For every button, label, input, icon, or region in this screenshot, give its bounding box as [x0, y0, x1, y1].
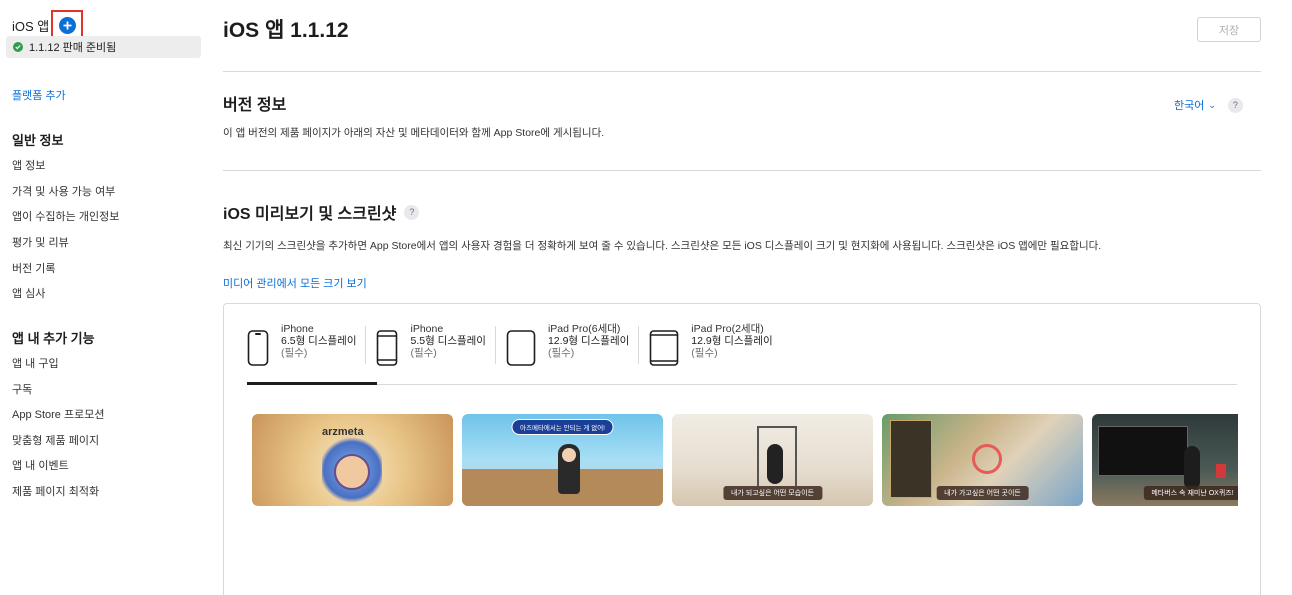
tab-iphone-55[interactable]: iPhone 5.5형 디스플레이 (필수) [376, 322, 496, 368]
sidebar-item-ratings[interactable]: 평가 및 리뷰 [12, 234, 69, 250]
tab-ipad-pro-2[interactable]: iPad Pro(2세대) 12.9형 디스플레이 (필수) [649, 322, 782, 368]
screenshot-panel: iPhone 6.5형 디스플레이 (필수) iPhone 5.5형 디스플레이… [223, 303, 1261, 595]
tab-display-size: 6.5형 디스플레이 [281, 335, 357, 347]
screenshot-brand: arzmeta [322, 426, 364, 438]
screenshot-thumbnail[interactable]: 메타버스 속 재미난 OX퀴즈! [1092, 414, 1238, 506]
preview-heading: iOS 미리보기 및 스크린샷 [223, 206, 397, 223]
sidebar-item-app-info[interactable]: 앱 정보 [12, 157, 45, 173]
sidebar-item-promotions[interactable]: App Store 프로모션 [12, 406, 104, 422]
preview-heading-row: iOS 미리보기 및 스크린샷 ? [223, 200, 420, 224]
ipad-classic-icon [649, 330, 679, 366]
help-icon[interactable]: ? [404, 204, 420, 220]
general-info-heading: 일반 정보 [12, 133, 64, 148]
screenshot-strip: arzmeta 아즈메타에서는 안되는 게 없어! 내가 되고싶은 어떤 모습이… [252, 414, 1238, 506]
sidebar-item-pricing[interactable]: 가격 및 사용 가능 여부 [12, 183, 115, 199]
tab-display-size: 5.5형 디스플레이 [410, 335, 486, 347]
ipad-icon [506, 330, 536, 366]
device-tabs: iPhone 6.5형 디스플레이 (필수) iPhone 5.5형 디스플레이… [247, 322, 793, 368]
ios-app-label: iOS 앱 [12, 19, 50, 34]
tab-required: (필수) [281, 347, 308, 359]
tab-device-name: iPad Pro(6세대) [547, 323, 621, 335]
iphone-classic-icon [377, 330, 398, 366]
sidebar-item-page-optimization[interactable]: 제품 페이지 최적화 [12, 483, 99, 499]
tab-device-name: iPad Pro(2세대) [691, 323, 764, 335]
iphone-icon [247, 330, 269, 366]
sidebar-item-version-history[interactable]: 버전 기록 [12, 260, 56, 276]
version-status-item[interactable]: 1.1.12 판매 준비됨 [6, 36, 201, 58]
tab-required: (필수) [691, 347, 718, 359]
features-heading: 앱 내 추가 기능 [12, 331, 95, 346]
sidebar-item-in-app-events[interactable]: 앱 내 이벤트 [12, 457, 69, 473]
tab-required: (필수) [547, 347, 575, 359]
screenshot-thumbnail[interactable]: 내가 가고싶은 어떤 곳이든 [882, 414, 1083, 506]
tab-display-size: 12.9형 디스플레이 [691, 335, 773, 347]
media-manager-link[interactable]: 미디어 관리에서 모든 크기 보기 [223, 275, 367, 291]
save-button[interactable]: 저장 [1197, 17, 1261, 42]
language-selector[interactable]: 한국어 ⌄ ? [1174, 97, 1243, 113]
tab-iphone-65[interactable]: iPhone 6.5형 디스플레이 (필수) [247, 322, 367, 368]
tab-device-name: iPhone [281, 323, 314, 335]
preview-description: 최신 기기의 스크린샷을 추가하면 App Store에서 앱의 사용자 경험을… [223, 240, 1102, 252]
version-info-description: 이 앱 버전의 제품 페이지가 아래의 자산 및 메타데이터와 함께 App S… [223, 127, 605, 139]
screenshot-thumbnail[interactable]: arzmeta [252, 414, 453, 506]
version-info-heading: 버전 정보 [223, 97, 287, 114]
divider [223, 71, 1261, 72]
sidebar: iOS 앱 1.1.12 판매 준비됨 플랫폼 추가 일반 정보 앱 정보 가격… [0, 0, 210, 595]
divider [223, 170, 1261, 171]
tab-device-name: iPhone [410, 323, 444, 335]
check-icon [13, 42, 23, 52]
screenshot-caption: 메타버스 속 재미난 OX퀴즈! [1143, 486, 1238, 500]
tab-required: (필수) [410, 347, 437, 359]
page-title: iOS 앱 1.1.12 [223, 19, 349, 42]
add-platform-link[interactable]: 플랫폼 추가 [12, 87, 66, 103]
screenshot-caption: 내가 가고싶은 어떤 곳이든 [936, 486, 1029, 500]
sidebar-item-app-review[interactable]: 앱 심사 [12, 285, 45, 301]
screenshot-banner: 아즈메타에서는 안되는 게 없어! [511, 419, 614, 435]
tab-ipad-pro-6[interactable]: iPad Pro(6세대) 12.9형 디스플레이 (필수) [506, 322, 640, 368]
sidebar-item-subscriptions[interactable]: 구독 [12, 381, 32, 397]
sidebar-item-custom-pages[interactable]: 맞춤형 제품 페이지 [12, 432, 99, 448]
tab-display-size: 12.9형 디스플레이 [547, 335, 630, 347]
active-tab-indicator [247, 382, 377, 385]
plus-icon [63, 21, 72, 30]
main-content: iOS 앱 1.1.12 저장 버전 정보 이 앱 버전의 제품 페이지가 아래… [223, 0, 1263, 595]
sidebar-item-iap[interactable]: 앱 내 구입 [12, 355, 59, 371]
version-status-text: 1.1.12 판매 준비됨 [29, 42, 117, 54]
help-icon[interactable]: ? [1227, 97, 1243, 113]
screenshot-thumbnail[interactable]: 아즈메타에서는 안되는 게 없어! [462, 414, 663, 506]
screenshot-thumbnail[interactable]: 내가 되고싶은 어떤 모습이든 [672, 414, 873, 506]
screenshot-caption: 내가 되고싶은 어떤 모습이든 [722, 486, 823, 500]
language-label[interactable]: 한국어 [1174, 97, 1204, 113]
tabs-underline [247, 384, 1237, 385]
chevron-down-icon: ⌄ [1208, 99, 1216, 110]
add-version-button[interactable] [58, 17, 76, 34]
sidebar-item-privacy[interactable]: 앱이 수집하는 개인정보 [12, 208, 119, 224]
